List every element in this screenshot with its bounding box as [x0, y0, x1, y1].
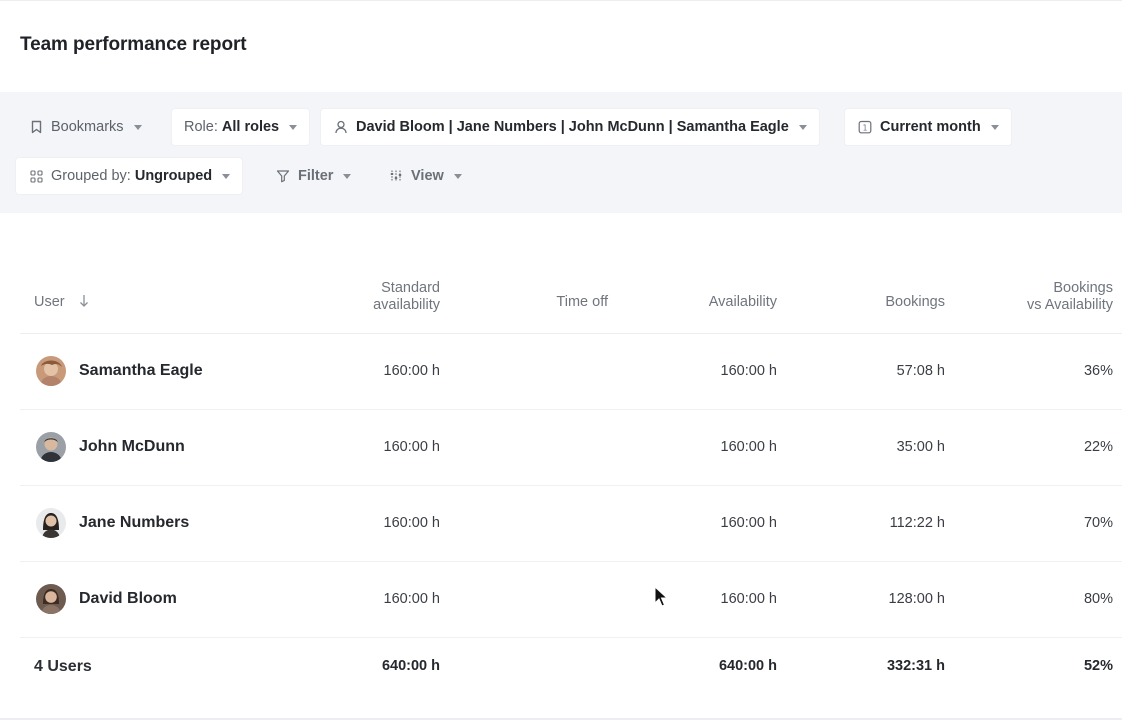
bookings-value: 35:00 h — [896, 439, 945, 455]
column-availability[interactable]: Availability — [709, 294, 777, 311]
people-dropdown[interactable]: David Bloom | Jane Numbers | John McDunn… — [321, 109, 819, 145]
chevron-down-icon — [222, 173, 231, 179]
table-row[interactable]: Samantha Eagle 160:00 h 160:00 h 57:08 h… — [20, 334, 1122, 410]
column-bva-line2: vs Availability — [1027, 297, 1113, 313]
svg-text:1: 1 — [863, 124, 868, 133]
bookings-value: 112:22 h — [889, 515, 945, 531]
filter-button[interactable]: Filter — [263, 158, 363, 194]
grid-icon — [28, 168, 44, 184]
avatar — [36, 432, 66, 462]
availability-value: 160:00 h — [720, 591, 777, 607]
column-bva-line1: Bookings — [1053, 280, 1113, 296]
bookings-vs-availability-value: 22% — [1083, 439, 1113, 455]
column-bookings[interactable]: Bookings — [885, 294, 945, 311]
availability-value: 160:00 h — [720, 363, 777, 379]
page-title: Team performance report — [20, 34, 247, 55]
mouse-cursor-icon — [654, 585, 669, 613]
chevron-down-icon — [453, 173, 462, 179]
period-value: Current month — [880, 119, 981, 135]
avatar — [36, 508, 66, 538]
avatar — [36, 356, 66, 386]
group-value: Ungrouped — [134, 168, 213, 184]
user-name[interactable]: John McDunn — [79, 438, 185, 456]
standard-availability-value: 160:00 h — [383, 363, 440, 379]
column-user[interactable]: User — [34, 294, 89, 313]
availability-value: 160:00 h — [720, 439, 777, 455]
bookings-vs-availability-value: 80% — [1083, 591, 1113, 607]
person-icon — [333, 119, 349, 135]
funnel-icon — [275, 168, 291, 184]
bookings-vs-availability-value: 70% — [1083, 515, 1113, 531]
table-row[interactable]: John McDunn 160:00 h 160:00 h 35:00 h 22… — [20, 410, 1122, 486]
column-time-off[interactable]: Time off — [556, 294, 608, 311]
totals-label: 4 Users — [34, 658, 92, 675]
total-bookings: 332:31 h — [886, 658, 945, 674]
chevron-down-icon — [133, 124, 142, 130]
group-by-dropdown[interactable]: Grouped by: Ungrouped — [16, 158, 243, 194]
column-bookings-vs-availability[interactable]: Bookings vs Availability — [1027, 280, 1113, 314]
filter-toolbar: Bookmarks Role: All roles David Bloom | … — [0, 92, 1122, 213]
bookmarks-label: Bookmarks — [51, 119, 124, 135]
people-value: David Bloom | Jane Numbers | John McDunn… — [356, 119, 789, 135]
bookmarks-dropdown[interactable]: Bookmarks — [16, 109, 154, 145]
bookings-value: 128:00 h — [888, 591, 945, 607]
totals-row: 4 Users 640:00 h 640:00 h 332:31 h 52% — [20, 636, 1122, 700]
total-standard-availability: 640:00 h — [381, 658, 440, 674]
arrow-down-icon[interactable] — [79, 294, 89, 313]
chevron-down-icon — [289, 124, 298, 130]
total-bookings-vs-availability: 52% — [1083, 658, 1113, 674]
total-availability: 640:00 h — [718, 658, 777, 674]
table-row[interactable]: David Bloom 160:00 h 160:00 h 128:00 h 8… — [20, 562, 1122, 638]
standard-availability-value: 160:00 h — [383, 515, 440, 531]
group-prefix: Grouped by: — [51, 168, 131, 184]
table-row[interactable]: Jane Numbers 160:00 h 160:00 h 112:22 h … — [20, 486, 1122, 562]
standard-availability-value: 160:00 h — [383, 439, 440, 455]
column-standard-line2: availability — [373, 297, 440, 313]
sliders-icon — [388, 168, 404, 184]
chevron-down-icon — [343, 173, 352, 179]
avatar — [36, 584, 66, 614]
user-name[interactable]: Samantha Eagle — [79, 362, 203, 380]
calendar-icon: 1 — [857, 119, 873, 135]
standard-availability-value: 160:00 h — [383, 591, 440, 607]
filter-label: Filter — [298, 168, 334, 184]
column-standard-availability[interactable]: Standard availability — [373, 280, 440, 314]
role-prefix: Role: — [184, 119, 218, 135]
column-standard-line1: Standard — [381, 280, 440, 296]
bookings-value: 57:08 h — [896, 363, 945, 379]
chevron-down-icon — [798, 124, 807, 130]
view-button[interactable]: View — [376, 158, 474, 194]
user-name[interactable]: David Bloom — [79, 590, 177, 608]
role-value: All roles — [221, 119, 280, 135]
bookmark-icon — [28, 119, 44, 135]
chevron-down-icon — [990, 124, 999, 130]
table-header: User Standard availability Time off Avai… — [20, 270, 1122, 334]
bookings-vs-availability-value: 36% — [1083, 363, 1113, 379]
page-header: Team performance report — [0, 0, 1122, 92]
view-label: View — [411, 168, 444, 184]
column-user-label: User — [34, 294, 65, 310]
role-dropdown[interactable]: Role: All roles — [172, 109, 310, 145]
availability-value: 160:00 h — [720, 515, 777, 531]
period-dropdown[interactable]: 1 Current month — [845, 109, 1011, 145]
user-name[interactable]: Jane Numbers — [79, 514, 189, 532]
